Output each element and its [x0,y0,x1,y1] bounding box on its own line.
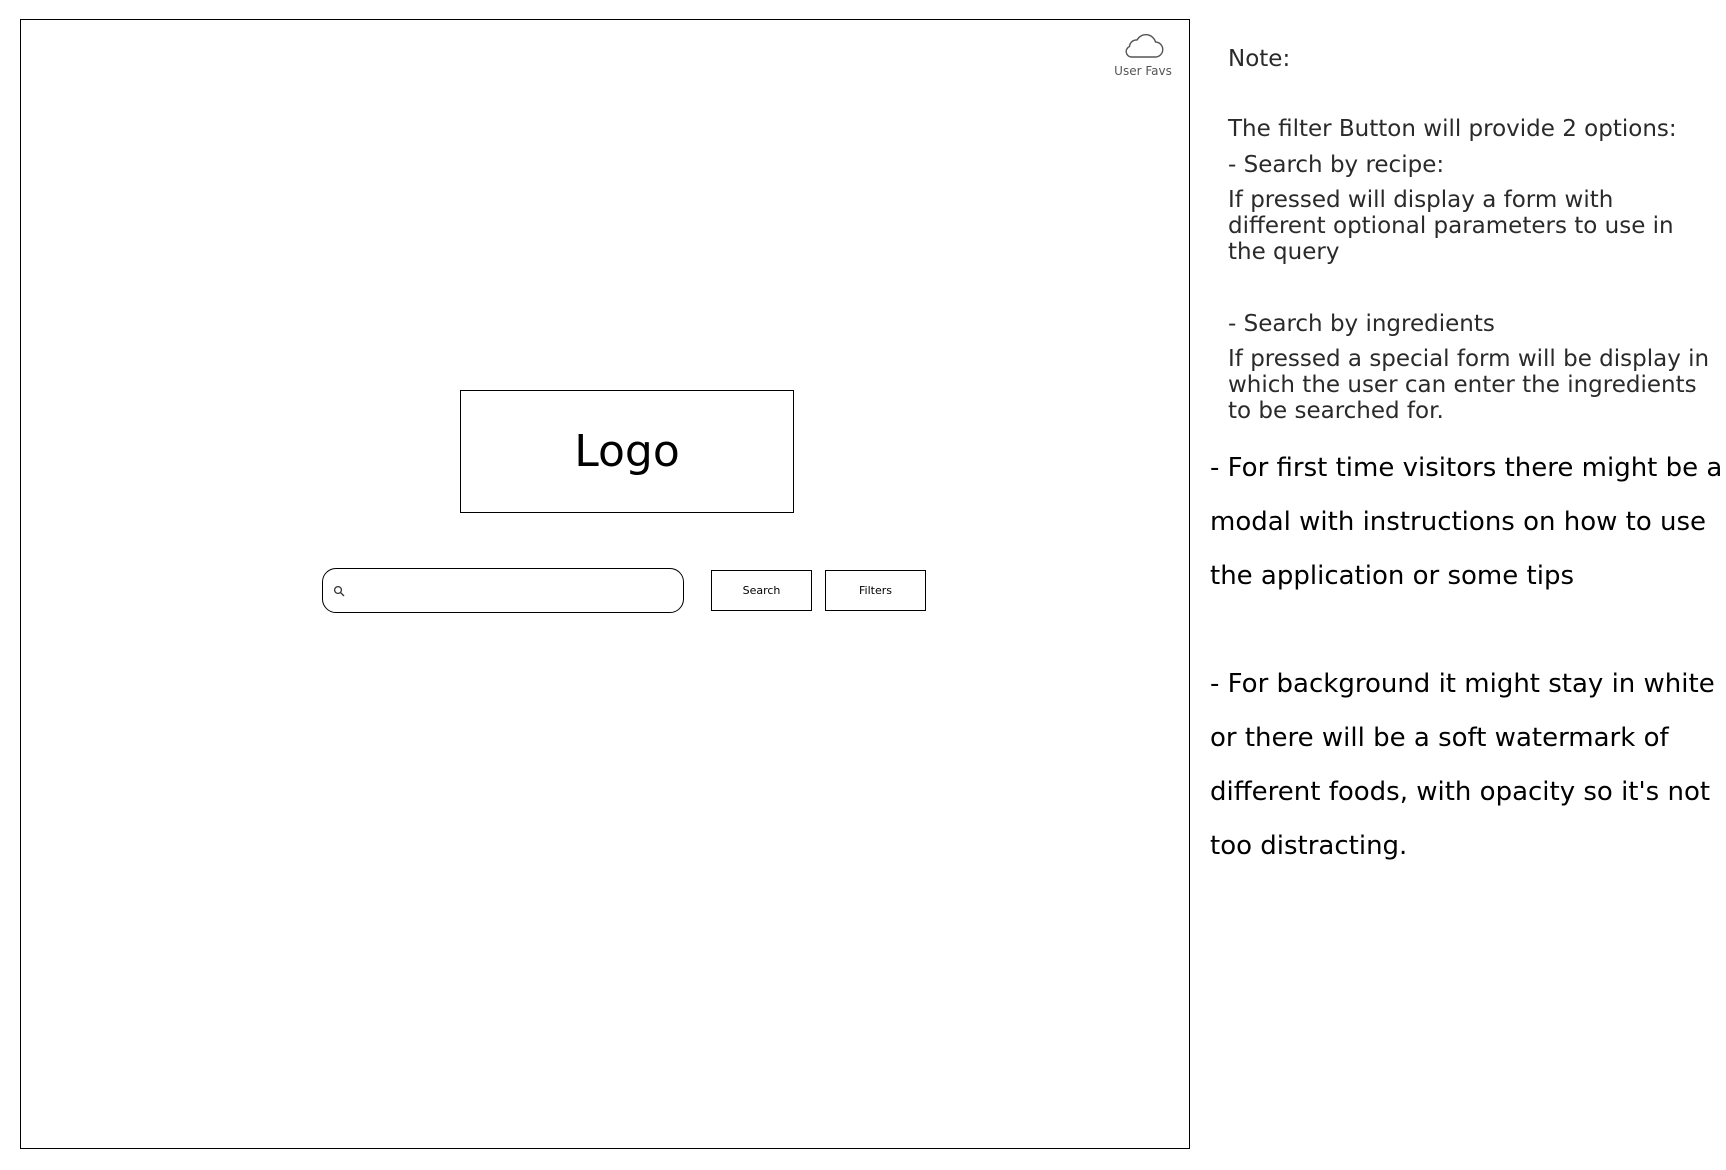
notes-background: - For background it might stay in white … [1210,669,1715,861]
user-favs-label: User Favs [1114,64,1172,78]
notes-recipe-description: If pressed will display a form with diff… [1228,187,1674,265]
notes-recipe-heading: - Search by recipe: [1228,152,1445,178]
notes-panel: Note: The filter Button will provide 2 o… [1228,46,1718,424]
notes-ingredients-description: If pressed a special form will be displa… [1228,346,1710,424]
search-button[interactable]: Search [711,570,812,611]
notes-intro: The filter Button will provide 2 options… [1228,116,1677,142]
notes-large-panel: - For first time visitors there might be… [1210,441,1726,873]
notes-ingredients-heading: - Search by ingredients [1228,311,1495,337]
logo-placeholder: Logo [460,390,794,513]
logo-text: Logo [574,425,680,477]
user-favs-button[interactable]: User Favs [1111,32,1175,78]
filters-button[interactable]: Filters [825,570,926,611]
notes-title: Note: [1228,46,1291,72]
search-icon [333,585,345,596]
notes-first-time-visitors: - For first time visitors there might be… [1210,453,1723,591]
search-bar[interactable] [322,568,684,613]
wireframe-frame: User Favs Logo Search Filters [20,19,1190,1149]
search-input[interactable] [351,568,683,613]
cloud-icon [1125,34,1164,58]
